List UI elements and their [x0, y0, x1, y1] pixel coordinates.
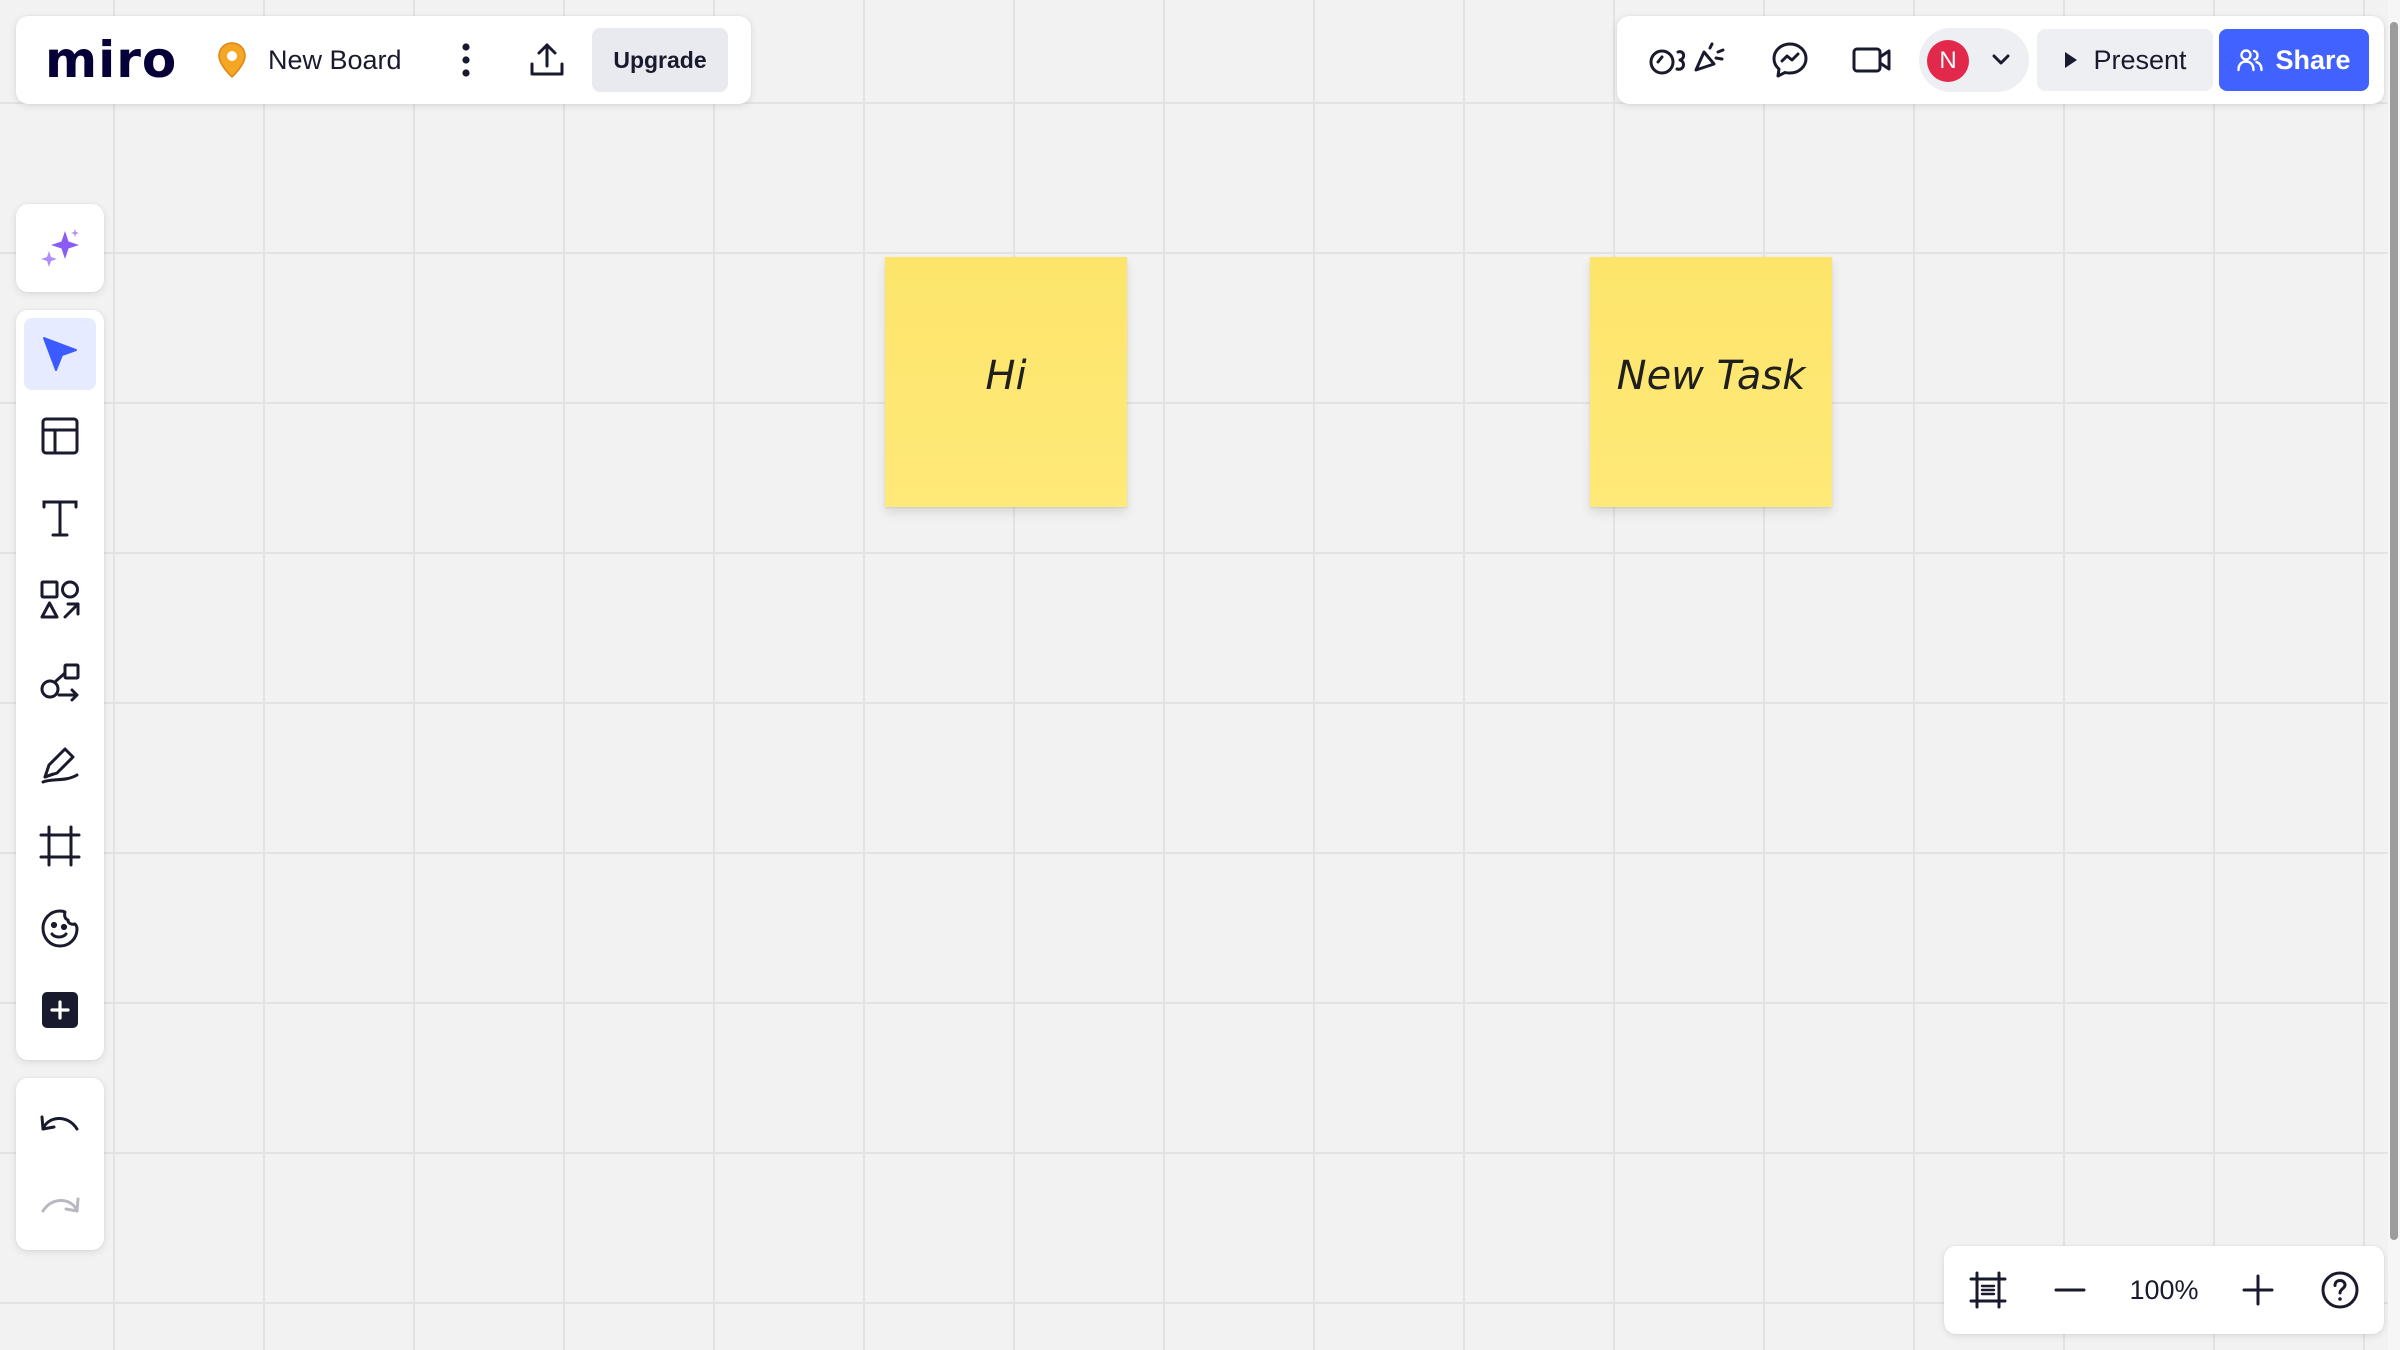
template-icon [40, 416, 80, 456]
help-icon [2320, 1270, 2360, 1310]
video-call-icon[interactable] [1847, 36, 1897, 84]
miro-logo[interactable]: miro [45, 31, 185, 89]
frame-fit-icon [1968, 1270, 2008, 1310]
zoom-level[interactable]: 100% [2112, 1270, 2216, 1310]
pen-tool[interactable] [24, 728, 96, 800]
more-options-icon[interactable] [444, 38, 488, 82]
shapes-tool[interactable] [24, 564, 96, 636]
board-header: miro New Board Upgrade [16, 16, 751, 104]
creation-toolbar [16, 310, 104, 1060]
undo-icon [39, 1109, 81, 1139]
sticky-note[interactable]: New Task [1590, 257, 1832, 507]
export-icon[interactable] [522, 36, 572, 84]
zoom-in-button[interactable] [2234, 1266, 2282, 1314]
vertical-scrollbar[interactable] [2388, 0, 2400, 1350]
location-pin-icon[interactable] [210, 38, 254, 82]
undo-button[interactable] [24, 1088, 96, 1160]
templates-tool[interactable] [24, 400, 96, 472]
scrollbar-thumb[interactable] [2390, 22, 2398, 1240]
reactions-icon[interactable] [1645, 36, 1735, 84]
text-icon [40, 498, 80, 538]
chat-icon[interactable] [1765, 36, 1815, 84]
present-label: Present [2093, 44, 2187, 75]
board-name[interactable]: New Board [268, 40, 402, 80]
stickers-tool[interactable] [24, 892, 96, 964]
shapes-icon [39, 579, 81, 621]
connection-tool[interactable] [24, 646, 96, 718]
redo-icon [39, 1191, 81, 1221]
zoom-out-button[interactable] [2046, 1266, 2094, 1314]
minus-icon [2053, 1273, 2087, 1307]
ai-assist-button[interactable] [24, 212, 96, 284]
sparkle-icon [39, 227, 81, 269]
fit-to-screen-button[interactable] [1964, 1266, 2012, 1314]
share-button[interactable]: Share [2219, 29, 2369, 91]
sticky-note[interactable]: Hi [885, 257, 1127, 507]
collaboration-bar: N Present Share [1617, 16, 2384, 104]
present-button[interactable]: Present [2037, 29, 2213, 91]
upgrade-button[interactable]: Upgrade [592, 28, 728, 92]
plus-icon [2241, 1273, 2275, 1307]
plus-square-icon [41, 991, 79, 1029]
help-button[interactable] [2316, 1266, 2364, 1314]
user-menu[interactable]: N [1919, 28, 2029, 92]
chevron-down-icon[interactable] [1987, 46, 2015, 74]
avatar[interactable]: N [1927, 40, 1969, 82]
pen-icon [39, 743, 81, 785]
text-tool[interactable] [24, 482, 96, 554]
frame-icon [39, 825, 81, 867]
play-icon [2063, 50, 2079, 70]
users-icon [2237, 48, 2264, 72]
emoji-sticker-icon [39, 907, 81, 949]
cursor-icon [40, 334, 80, 374]
select-tool[interactable] [24, 318, 96, 390]
ai-toolbar [16, 204, 104, 292]
history-toolbar [16, 1078, 104, 1250]
share-label: Share [2275, 44, 2351, 75]
more-apps-tool[interactable] [24, 974, 96, 1046]
redo-button[interactable] [24, 1170, 96, 1242]
frame-tool[interactable] [24, 810, 96, 882]
diagram-icon [39, 661, 81, 703]
zoom-controls: 100% [1944, 1246, 2384, 1334]
